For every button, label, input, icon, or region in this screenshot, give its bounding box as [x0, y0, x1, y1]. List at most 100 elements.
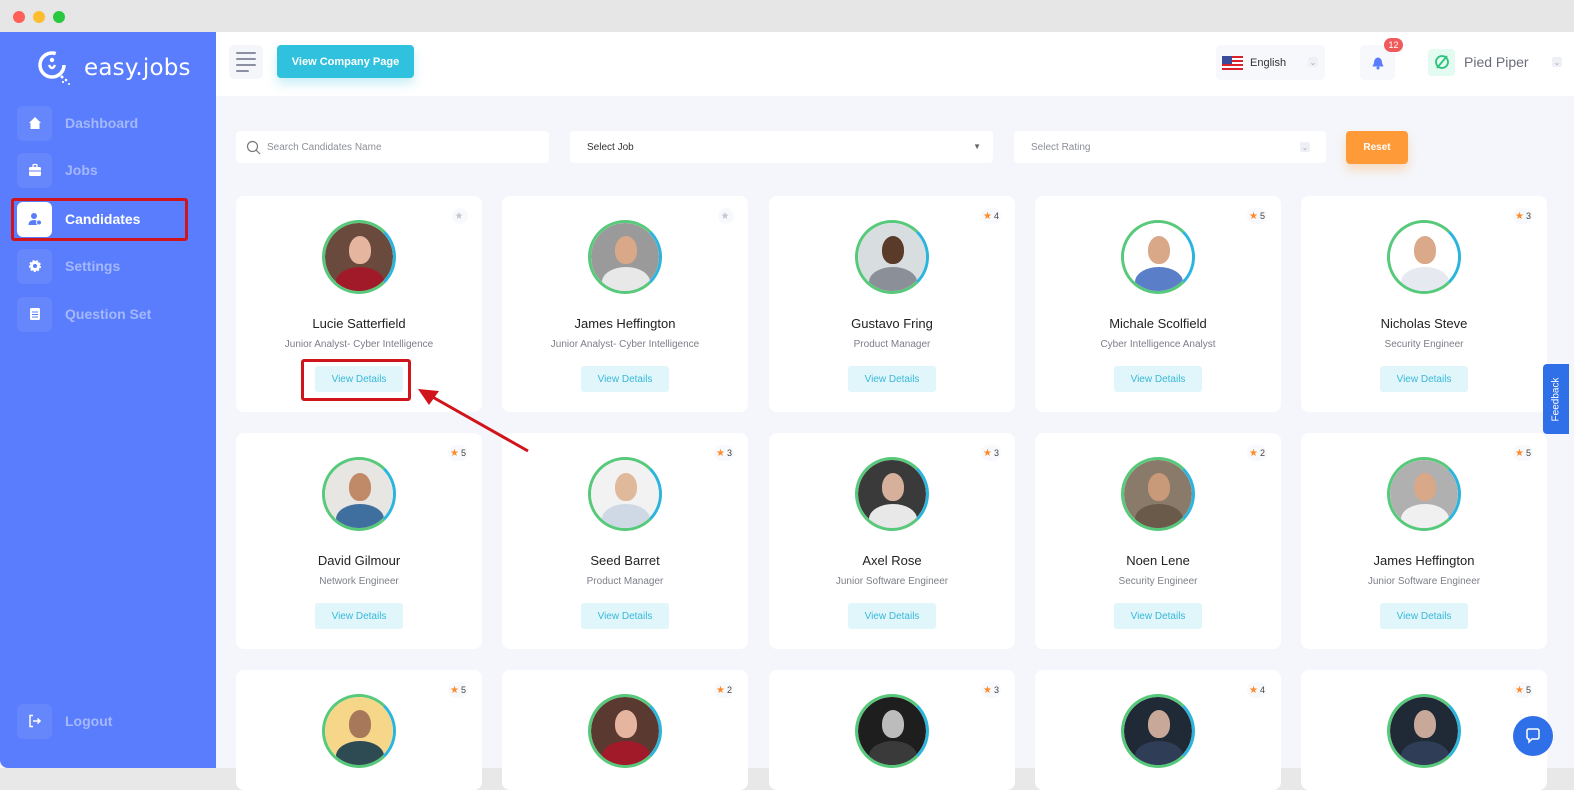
topbar: View Company Page English ⌄ 12 Pied Pipe…	[216, 32, 1574, 96]
candidate-card[interactable]: ★ 4 Gustavo Fring Product Manager View Detai…	[769, 196, 1015, 412]
candidate-card[interactable]: ★ 2 Noen Lene Security Engineer View Details	[1035, 433, 1281, 649]
job-select[interactable]: Select Job ▼	[570, 131, 993, 163]
candidate-avatar	[855, 457, 929, 531]
sidebar-item-label: Dashboard	[65, 115, 139, 131]
rating-badge[interactable]: ★ 4	[981, 208, 1001, 224]
reset-button[interactable]: Reset	[1346, 131, 1408, 164]
candidate-card[interactable]: ★ 5 James Heffington Junior Software Engine…	[1301, 433, 1547, 649]
rating-value: 2	[726, 685, 732, 695]
chat-button[interactable]	[1513, 716, 1553, 756]
star-icon: ★	[1249, 210, 1258, 222]
logo[interactable]: easy.jobs	[36, 48, 191, 88]
rating-badge[interactable]: ★ 5	[1513, 682, 1533, 698]
rating-value: 5	[1525, 685, 1531, 695]
annotation-highlight-view-details	[301, 359, 411, 401]
rating-badge[interactable]: ★ 3	[714, 445, 734, 461]
candidate-avatar	[588, 220, 662, 294]
candidate-card[interactable]: ★ 5	[1301, 670, 1547, 790]
candidate-role: Product Manager	[853, 339, 931, 350]
candidate-name: James Heffington	[574, 316, 676, 331]
menu-toggle-button[interactable]	[229, 45, 263, 79]
view-details-button[interactable]: View Details	[1380, 603, 1468, 629]
view-company-page-button[interactable]: View Company Page	[277, 45, 414, 78]
candidate-avatar	[322, 694, 396, 768]
chevron-down-icon: ⌄	[1308, 57, 1318, 67]
candidate-card[interactable]: ★ 5 David Gilmour Network Engineer View Deta…	[236, 433, 482, 649]
rating-badge[interactable]: ★	[718, 208, 734, 224]
feedback-tab[interactable]: Feedback	[1543, 364, 1569, 434]
candidate-card[interactable]: ★ James Heffington Junior Analyst- Cyber I…	[502, 196, 748, 412]
search-input[interactable]	[267, 141, 527, 153]
company-switcher[interactable]: Pied Piper ⌄	[1428, 46, 1562, 78]
candidate-name: David Gilmour	[317, 553, 401, 568]
candidate-role: Security Engineer	[1118, 576, 1198, 587]
logout-icon	[17, 703, 52, 739]
chevron-down-icon: ⌄	[1552, 57, 1562, 67]
rating-badge[interactable]: ★	[452, 208, 468, 224]
sidebar-item-question-set[interactable]: Question Set	[17, 296, 197, 332]
candidate-role: Junior Software Engineer	[835, 576, 949, 587]
candidate-name: Noen Lene	[1126, 553, 1190, 568]
search-field[interactable]	[236, 131, 549, 163]
candidate-card[interactable]: ★ 3 Nicholas Steve Security Engineer View De…	[1301, 196, 1547, 412]
rating-badge[interactable]: ★ 3	[1513, 208, 1533, 224]
view-details-button[interactable]: View Details	[848, 366, 936, 392]
gear-icon	[17, 248, 52, 284]
rating-badge[interactable]: ★ 2	[1247, 445, 1267, 461]
rating-value: 5	[1259, 211, 1265, 221]
minimize-window-button[interactable]	[33, 11, 45, 23]
candidate-role: Junior Analyst- Cyber Intelligence	[550, 339, 700, 350]
rating-badge[interactable]: ★ 5	[448, 682, 468, 698]
candidate-name: Gustavo Fring	[851, 316, 933, 331]
rating-badge[interactable]: ★ 2	[714, 682, 734, 698]
candidate-avatar	[588, 457, 662, 531]
sidebar-item-settings[interactable]: Settings	[17, 248, 197, 284]
chevron-down-icon: ⌄	[1300, 142, 1310, 152]
star-icon: ★	[716, 447, 725, 459]
candidate-name: James Heffington	[1373, 553, 1475, 568]
star-icon: ★	[1249, 447, 1258, 459]
chat-bubble-icon	[1526, 728, 1540, 744]
rating-badge[interactable]: ★ 3	[981, 682, 1001, 698]
window-titlebar	[0, 0, 1574, 32]
rating-value: 2	[1259, 448, 1265, 458]
candidate-card[interactable]: ★ 3 Seed Barret Product Manager View Details	[502, 433, 748, 649]
rating-select[interactable]: Select Rating ⌄	[1014, 131, 1326, 163]
sidebar-item-label: Question Set	[65, 306, 152, 322]
sidebar-item-jobs[interactable]: Jobs	[17, 152, 197, 188]
candidate-card[interactable]: ★ 4	[1035, 670, 1281, 790]
rating-value: 4	[1259, 685, 1265, 695]
view-details-button[interactable]: View Details	[1114, 366, 1202, 392]
candidate-role: Network Engineer	[319, 576, 399, 587]
star-icon: ★	[1515, 447, 1524, 459]
view-details-button[interactable]: View Details	[1380, 366, 1468, 392]
candidate-card[interactable]: ★ 3	[769, 670, 1015, 790]
close-window-button[interactable]	[13, 11, 25, 23]
view-details-button[interactable]: View Details	[1114, 603, 1202, 629]
logout-label: Logout	[65, 713, 113, 729]
notification-badge: 12	[1384, 38, 1403, 52]
rating-badge[interactable]: ★ 5	[1247, 208, 1267, 224]
candidate-card[interactable]: ★ 5 Michale Scolfield Cyber Intelligence An…	[1035, 196, 1281, 412]
rating-badge[interactable]: ★ 4	[1247, 682, 1267, 698]
candidate-name: Michale Scolfield	[1109, 316, 1207, 331]
rating-value: 3	[993, 448, 999, 458]
view-details-button[interactable]: View Details	[848, 603, 936, 629]
rating-value: 4	[993, 211, 999, 221]
rating-badge[interactable]: ★ 3	[981, 445, 1001, 461]
candidate-avatar	[1121, 220, 1195, 294]
maximize-window-button[interactable]	[53, 11, 65, 23]
candidate-card[interactable]: ★ 5	[236, 670, 482, 790]
candidate-card[interactable]: ★ 2	[502, 670, 748, 790]
candidate-role: Security Engineer	[1384, 339, 1464, 350]
view-details-button[interactable]: View Details	[315, 603, 403, 629]
us-flag-icon	[1222, 55, 1243, 70]
view-details-button[interactable]: View Details	[581, 603, 669, 629]
star-icon: ★	[983, 210, 992, 222]
view-details-button[interactable]: View Details	[581, 366, 669, 392]
candidate-card[interactable]: ★ 3 Axel Rose Junior Software Engineer View …	[769, 433, 1015, 649]
logout-button[interactable]: Logout	[17, 703, 197, 739]
language-select[interactable]: English ⌄	[1216, 45, 1325, 80]
sidebar-item-dashboard[interactable]: Dashboard	[17, 105, 197, 141]
rating-badge[interactable]: ★ 5	[1513, 445, 1533, 461]
